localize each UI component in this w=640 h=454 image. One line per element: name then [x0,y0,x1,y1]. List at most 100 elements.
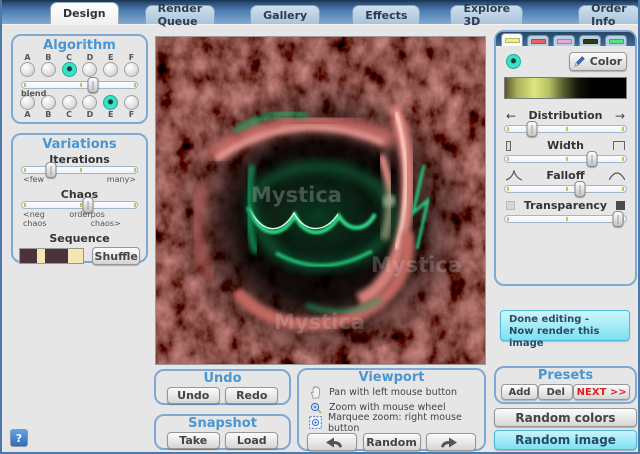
algorithm-panel: Algorithm ABCDEF blend ABCDEF [11,34,148,124]
color-tab-strip [496,32,635,46]
algorithm-option-label: A [24,53,30,62]
color-layer-swatch [583,39,598,44]
chaos-slider-track[interactable] [21,201,138,209]
color-button-label: Color [590,55,622,68]
distribution-slider-track[interactable] [504,125,627,133]
variations-panel: Variations Iterations <few many> Chaos <… [11,133,148,263]
snapshot-load-button[interactable]: Load [225,432,278,449]
falloff-slider-thumb[interactable] [575,181,586,197]
color-layer-tab-5[interactable] [605,35,627,46]
width-wide-icon [613,138,625,153]
preset-add-button[interactable]: Add [501,384,538,400]
marquee-zoom-icon [309,416,322,429]
chaos-label: Chaos [21,188,138,201]
color-layer-tab-4[interactable] [579,35,601,46]
blend-slider-thumb[interactable] [88,77,99,93]
gradient-select-radio[interactable] [506,54,521,69]
algorithm-option-label: B [45,53,51,62]
snapshot-panel-title: Snapshot [156,416,289,431]
algorithm-radio-d[interactable] [82,62,97,77]
algorithm-option-label: C [66,110,72,119]
color-layer-tab-3[interactable] [553,35,575,46]
tab-design[interactable]: Design [50,2,119,24]
random-image-button[interactable]: Random image [494,430,637,450]
algorithm-radio-a[interactable] [20,62,35,77]
distribution-slider-thumb[interactable] [526,121,537,137]
variations-title: Variations [13,137,146,152]
viewport-panel: Viewport Pan with left mouse button Zoom… [297,368,486,451]
tab-order-info[interactable]: Order Info [578,5,640,24]
blend-slider-track[interactable] [21,81,138,89]
width-label: Width [504,138,627,153]
done-editing-line1: Done editing - [509,314,589,325]
curved-arrow-right-icon [440,437,462,448]
algorithm-radio-b[interactable] [41,62,56,77]
blend-label: blend [21,89,138,98]
random-colors-button[interactable]: Random colors [494,408,637,427]
transparency-slider-thumb[interactable] [612,211,623,227]
algorithm-radio-e[interactable] [103,62,118,77]
chaos-pos-label: pos chaos> [91,210,136,228]
sequence-swatch [68,249,84,263]
redo-button[interactable]: Redo [225,387,278,404]
viewport-panel-title: Viewport [299,370,484,385]
width-slider-thumb[interactable] [587,151,598,167]
distribution-label: Distribution [504,108,627,123]
iterations-slider-track[interactable] [21,166,138,174]
iterations-max-label: many> [107,175,136,184]
view-history-forward-button[interactable] [426,433,476,451]
tab-explore-3d[interactable]: Explore 3D [450,5,523,24]
sequence-swatch [20,249,37,263]
chaos-slider-thumb[interactable] [82,197,93,213]
algorithm-radio-c[interactable] [62,62,77,77]
watermark-text: Mystica [371,253,462,277]
preset-next-button[interactable]: NEXT >> [573,384,630,400]
fractal-image: Mystica Mystica Mystica [156,37,485,364]
sequence-swatch-bar[interactable] [19,248,84,264]
watermark-text: Mystica [274,310,365,334]
transparency-slider-track[interactable] [504,215,627,223]
algorithm-row-top: ABCDEF [13,53,146,77]
width-slider-track[interactable] [504,155,627,163]
color-button[interactable]: Color [569,52,627,71]
viewport-pan-instruction: Pan with left mouse button [329,387,457,398]
color-layer-tab-1[interactable] [501,33,523,46]
color-layer-tab-2[interactable] [527,35,549,46]
tab-render-queue[interactable]: Render Queue [145,5,216,24]
iterations-slider-thumb[interactable] [45,162,56,178]
transparency-label: Transparency [504,198,627,213]
shuffle-button[interactable]: Shuffle [92,247,140,265]
algorithm-radio-f[interactable] [124,62,139,77]
viewport-marquee-instruction: Marquee zoom: right mouse button [328,412,484,434]
undo-button[interactable]: Undo [167,387,220,404]
color-panel: Color ← Distribution → Width [494,30,637,286]
falloff-slider-track[interactable] [504,185,627,193]
distribution-right-arrow-icon: → [615,108,625,123]
iterations-label: Iterations [21,153,138,166]
watermark-text: Mystica [251,183,342,207]
tab-gallery[interactable]: Gallery [250,5,320,24]
algorithm-option-label: E [108,53,113,62]
fractal-image-viewport[interactable]: Mystica Mystica Mystica [155,36,486,365]
algorithm-option-label: A [24,110,30,119]
preset-del-button[interactable]: Del [538,384,573,400]
help-button[interactable]: ? [10,429,28,447]
algorithm-option-label: C [66,53,72,62]
tab-bar: Design Render Queue Gallery Effects Expl… [2,0,638,25]
viewport-random-button[interactable]: Random [363,433,421,451]
view-history-back-button[interactable] [307,433,357,451]
falloff-sharp-icon [506,168,522,183]
algorithm-option-label: D [87,53,94,62]
sequence-label: Sequence [13,232,146,245]
snapshot-take-button[interactable]: Take [167,432,220,449]
color-layer-swatch [505,38,520,43]
done-editing-line2: Now render this image [509,326,599,349]
gradient-preview-bar[interactable] [504,77,627,99]
algorithm-option-label: E [108,110,113,119]
width-narrow-icon [506,138,511,153]
done-editing-button[interactable]: Done editing - Now render this image [500,310,630,341]
tab-effects[interactable]: Effects [352,5,420,24]
undo-panel-title: Undo [156,371,289,386]
zoom-magnifier-icon [309,401,323,414]
chaos-neg-label: <neg chaos [23,210,69,228]
